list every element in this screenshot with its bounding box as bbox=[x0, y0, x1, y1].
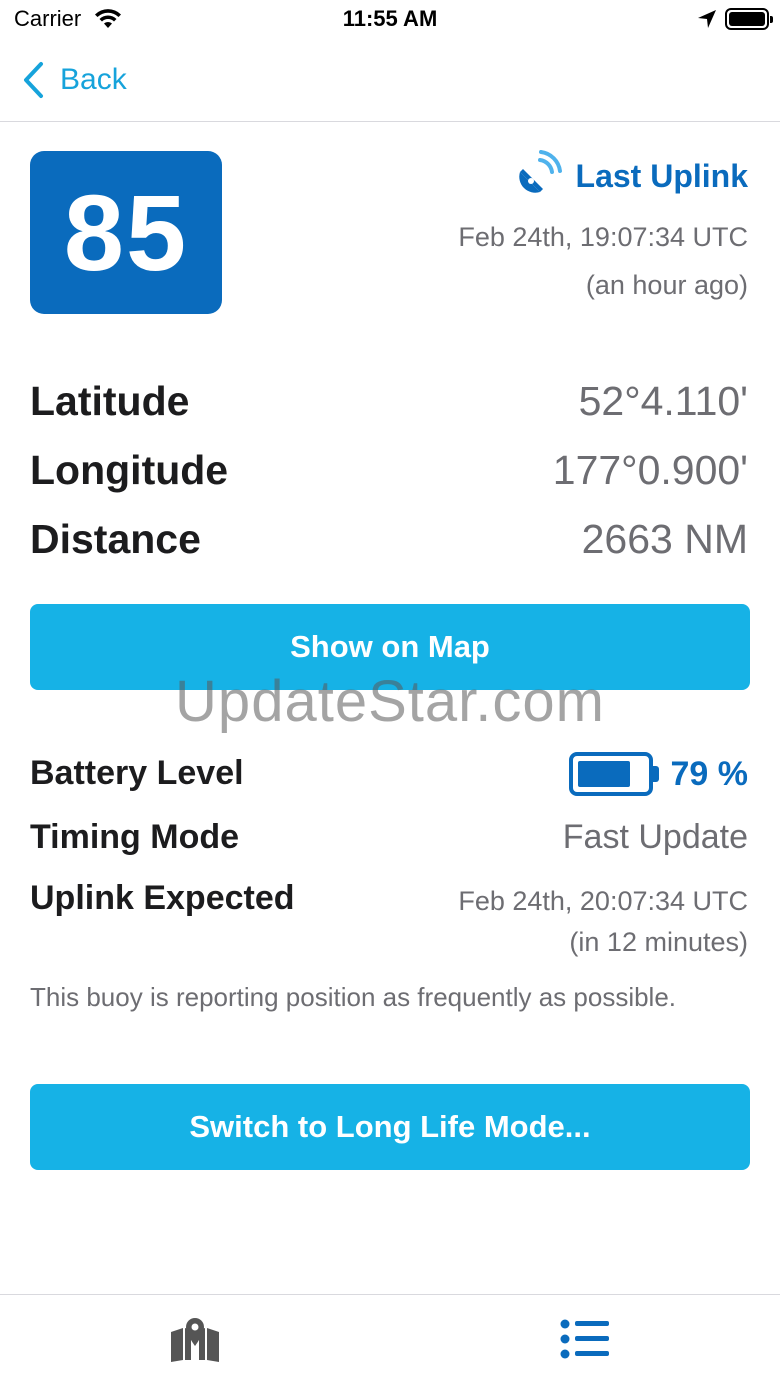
status-bar: Carrier 11:55 AM bbox=[0, 0, 780, 40]
distance-label: Distance bbox=[30, 516, 201, 562]
switch-long-life-mode-button[interactable]: Switch to Long Life Mode... bbox=[30, 1084, 750, 1170]
last-uplink-title: Last Uplink bbox=[575, 158, 748, 194]
battery-level-icon bbox=[568, 752, 659, 796]
latitude-label: Latitude bbox=[30, 378, 190, 424]
battery-level-label: Battery Level bbox=[30, 754, 244, 792]
mode-description: This buoy is reporting position as frequ… bbox=[30, 982, 677, 1012]
back-button[interactable]: Back bbox=[22, 58, 127, 102]
longitude-value: 177°0.900' bbox=[552, 447, 748, 493]
battery-icon bbox=[725, 8, 773, 30]
map-pin-icon bbox=[171, 1318, 219, 1362]
tab-map[interactable] bbox=[165, 1313, 225, 1365]
tab-bar bbox=[0, 1294, 780, 1387]
location-arrow-icon bbox=[697, 9, 717, 34]
timing-mode-label: Timing Mode bbox=[30, 818, 240, 856]
uplink-expected-relative: (in 12 minutes) bbox=[569, 927, 748, 957]
last-uplink-relative: (an hour ago) bbox=[585, 270, 748, 300]
back-label: Back bbox=[60, 63, 127, 96]
watermark: UpdateStar.com bbox=[175, 669, 605, 734]
latitude-value: 52°4.110' bbox=[578, 378, 748, 424]
longitude-label: Longitude bbox=[30, 447, 229, 493]
chevron-left-icon bbox=[24, 62, 43, 98]
distance-value: 2663 NM bbox=[581, 516, 748, 562]
navigation-bar: Back bbox=[0, 40, 780, 122]
battery-level-value: 79 % bbox=[568, 752, 749, 796]
battery-percent: 79 % bbox=[670, 754, 749, 793]
uplink-expected-label: Uplink Expected bbox=[30, 879, 295, 917]
status-time: 11:55 AM bbox=[342, 6, 438, 31]
last-uplink-header: Last Uplink bbox=[514, 150, 748, 203]
battery-level-fill bbox=[577, 761, 630, 787]
list-icon bbox=[560, 1319, 609, 1359]
tab-list[interactable] bbox=[555, 1313, 615, 1365]
satellite-dish-icon bbox=[514, 150, 562, 203]
last-uplink-date: Feb 24th, 19:07:34 UTC bbox=[458, 222, 748, 252]
timing-mode-value: Fast Update bbox=[562, 818, 748, 856]
uplink-expected-date: Feb 24th, 20:07:34 UTC bbox=[458, 886, 748, 916]
buoy-number-badge: 85 bbox=[30, 151, 222, 314]
